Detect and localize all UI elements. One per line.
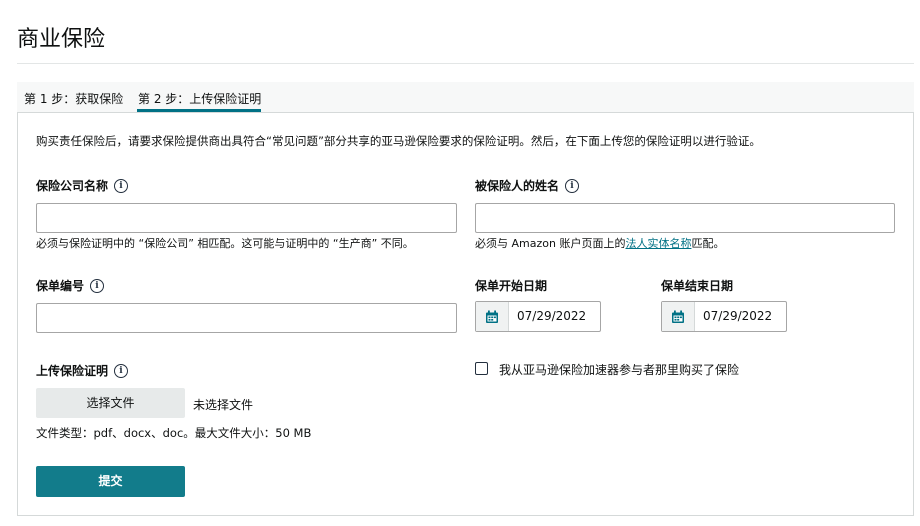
insured-help-prefix: 必须与 Amazon 账户页面上的 — [475, 237, 626, 250]
accelerator-checkbox[interactable] — [475, 362, 488, 375]
policy-number-label: 保单编号 i — [36, 277, 105, 294]
step-tabs: 第 1 步：获取保险 第 2 步：上传保险证明 — [17, 82, 914, 112]
upload-label-text: 上传保险证明 — [36, 364, 109, 378]
intro-text: 购买责任保险后，请要求保险提供商出具符合“常见问题”部分共享的亚马逊保险要求的保… — [36, 134, 761, 148]
calendar-icon[interactable] — [662, 302, 695, 331]
insurer-label-text: 保险公司名称 — [36, 179, 109, 193]
info-icon[interactable]: i — [565, 178, 580, 193]
info-icon[interactable]: i — [114, 178, 129, 193]
insured-help-text: 必须与 Amazon 账户页面上的法人实体名称匹配。 — [475, 235, 724, 251]
policy-number-label-text: 保单编号 — [36, 279, 85, 293]
file-types-text: 文件类型：pdf、docx、doc。最大文件大小：50 MB — [36, 426, 312, 440]
submit-button[interactable]: 提交 — [36, 466, 185, 497]
info-icon[interactable]: i — [90, 278, 105, 293]
insured-help-suffix: 匹配。 — [691, 237, 725, 250]
insurer-label: 保险公司名称 i — [36, 177, 129, 194]
legal-entity-name-link[interactable]: 法人实体名称 — [625, 237, 691, 250]
accelerator-checkbox-label[interactable]: 我从亚马逊保险加速器参与者那里购买了保险 — [499, 361, 739, 378]
calendar-icon[interactable] — [476, 302, 509, 331]
start-date-picker[interactable]: 07/29/2022 — [475, 301, 601, 332]
page-title: 商业保险 — [17, 27, 106, 52]
insured-name-input[interactable] — [475, 203, 895, 233]
info-icon[interactable]: i — [114, 363, 129, 378]
title-divider — [17, 63, 914, 64]
end-date-picker[interactable]: 07/29/2022 — [661, 301, 787, 332]
insurer-name-input[interactable] — [36, 203, 457, 233]
insured-label-text: 被保险人的姓名 — [475, 179, 560, 193]
insured-label: 被保险人的姓名 i — [475, 177, 580, 194]
start-date-label: 保单开始日期 — [475, 279, 548, 293]
policy-number-input[interactable] — [36, 303, 457, 333]
insurer-help-text: 必须与保险证明中的 “保险公司” 相匹配。这可能与证明中的 “生产商” 不同。 — [36, 237, 414, 250]
start-date-value[interactable]: 07/29/2022 — [509, 302, 586, 331]
upload-label: 上传保险证明 i — [36, 362, 129, 379]
no-file-chosen-text: 未选择文件 — [193, 398, 254, 412]
tab-step-2[interactable]: 第 2 步：上传保险证明 — [138, 90, 261, 107]
end-date-label: 保单结束日期 — [661, 279, 734, 293]
choose-file-button[interactable]: 选择文件 — [36, 388, 185, 418]
tab-step-1[interactable]: 第 1 步：获取保险 — [24, 90, 123, 107]
end-date-value[interactable]: 07/29/2022 — [695, 302, 772, 331]
